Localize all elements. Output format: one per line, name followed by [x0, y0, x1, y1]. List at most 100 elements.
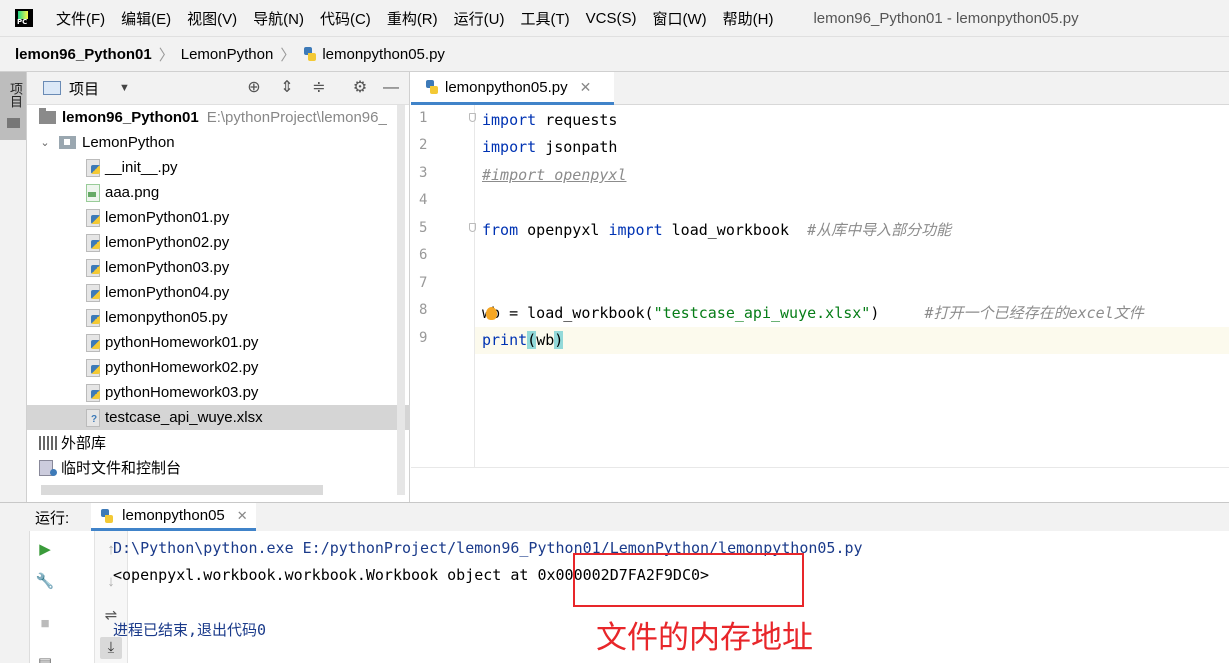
horizontal-scrollbar[interactable]	[41, 485, 323, 495]
line-number: 2	[419, 137, 428, 153]
code-token: )	[870, 304, 925, 322]
rerun-play-icon[interactable]: ▶	[34, 539, 56, 561]
run-tab-label: lemonpython05	[122, 507, 225, 524]
close-icon[interactable]: ✕	[580, 79, 592, 96]
editor: lemonpython05.py ✕ 1 2 3 4 5 6 7 8 9 imp…	[411, 72, 1229, 502]
tree-file-name: __init__.py	[105, 159, 178, 176]
breadcrumb-project[interactable]: lemon96_Python01	[15, 46, 152, 63]
lightbulb-icon[interactable]	[486, 307, 498, 320]
tree-file[interactable]: pythonHomework03.py	[27, 380, 410, 405]
tree-package[interactable]: ⌄ LemonPython	[27, 130, 410, 155]
code-line-8: wb = load_workbook("testcase_api_wuye.xl…	[482, 300, 1144, 327]
chevron-down-icon[interactable]: ▼	[119, 82, 130, 94]
tree-file[interactable]: pythonHomework01.py	[27, 330, 410, 355]
tree-file[interactable]: lemonPython02.py	[27, 230, 410, 255]
menu-file[interactable]: 文件(F)	[48, 8, 113, 29]
python-run-icon	[99, 508, 115, 524]
breadcrumb-file[interactable]: lemonpython05.py	[322, 46, 445, 63]
menu-view[interactable]: 视图(V)	[179, 8, 245, 29]
menu-navigate[interactable]: 导航(N)	[245, 8, 312, 29]
tree-file-name: testcase_api_wuye.xlsx	[105, 409, 263, 426]
project-panel-header: 项目 ▼ ⊕ ⇕ ≑ ⚙ —	[27, 72, 409, 105]
menu-refactor[interactable]: 重构(R)	[379, 8, 446, 29]
tree-scratches[interactable]: 临时文件和控制台	[27, 455, 410, 480]
tree-file-name: lemonPython04.py	[105, 284, 230, 301]
code-token: )	[554, 331, 564, 349]
tree-file[interactable]: lemonpython05.py	[27, 305, 410, 330]
code-line-1: import requests	[482, 107, 617, 134]
editor-tab-bar: lemonpython05.py ✕	[411, 72, 1229, 105]
tree-scratches-label: 临时文件和控制台	[61, 460, 182, 477]
code-area[interactable]: import requests import jsonpath #import …	[475, 105, 1229, 467]
editor-bottom-area	[411, 467, 1229, 502]
collapse-all-icon[interactable]: ≑	[309, 78, 329, 98]
run-tab[interactable]: lemonpython05 ✕	[91, 503, 256, 531]
run-toolbar-left	[0, 531, 30, 663]
breadcrumb-separator-icon: 〉	[158, 46, 174, 64]
menu-bar: PC 文件(F) 编辑(E) 视图(V) 导航(N) 代码(C) 重构(R) 运…	[0, 0, 1229, 36]
menu-tools[interactable]: 工具(T)	[512, 8, 577, 29]
menu-code[interactable]: 代码(C)	[312, 8, 379, 29]
annotation-label: 文件的内存地址	[596, 620, 813, 656]
unknown-file-icon	[85, 408, 101, 427]
python-file-icon	[85, 333, 101, 352]
breadcrumb-folder[interactable]: LemonPython	[181, 46, 274, 63]
code-token: from	[482, 221, 519, 239]
python-file-icon	[85, 233, 101, 252]
vertical-scrollbar[interactable]	[397, 105, 405, 495]
line-number: 7	[419, 275, 428, 291]
code-line-5: from openpyxl import load_workbook #从库中导…	[482, 217, 951, 244]
scratch-console-icon	[39, 459, 57, 476]
menu-run[interactable]: 运行(U)	[446, 8, 513, 29]
project-panel-title[interactable]: 项目	[69, 78, 99, 99]
tree-external-libraries-label: 外部库	[61, 435, 107, 452]
menu-vcs[interactable]: VCS(S)	[578, 10, 645, 27]
line-number: 6	[419, 247, 428, 263]
editor-tab-active[interactable]: lemonpython05.py ✕	[411, 72, 614, 105]
layout-icon[interactable]: ▤	[34, 653, 56, 663]
stop-icon[interactable]: ■	[34, 613, 56, 635]
line-number: 8	[419, 302, 428, 318]
breadcrumb: lemon96_Python01 〉 LemonPython 〉 lemonpy…	[0, 36, 1229, 72]
code-token: import	[482, 138, 537, 156]
menu-edit[interactable]: 编辑(E)	[113, 8, 179, 29]
locate-target-icon[interactable]: ⊕	[244, 78, 264, 98]
line-number: 9	[419, 330, 428, 346]
tree-file[interactable]: lemonPython01.py	[27, 205, 410, 230]
tree-file-selected[interactable]: testcase_api_wuye.xlsx	[27, 405, 410, 430]
tree-file[interactable]: __init__.py	[27, 155, 410, 180]
code-comment: #打开一个已经存在的excel文件	[924, 304, 1144, 322]
tree-file[interactable]: aaa.png	[27, 180, 410, 205]
tree-file-name: pythonHomework02.py	[105, 359, 259, 376]
python-file-icon	[85, 383, 101, 402]
expand-all-icon[interactable]: ⇕	[277, 78, 297, 98]
python-file-icon	[85, 158, 101, 177]
gear-icon[interactable]: ⚙	[350, 78, 370, 98]
python-file-icon	[85, 358, 101, 377]
code-token: print	[482, 331, 528, 349]
close-icon[interactable]: ✕	[237, 508, 248, 524]
python-file-icon	[302, 46, 318, 62]
editor-tab-label: lemonpython05.py	[445, 78, 568, 96]
tree-file[interactable]: pythonHomework02.py	[27, 355, 410, 380]
tree-file[interactable]: lemonPython04.py	[27, 280, 410, 305]
package-folder-icon	[59, 136, 76, 149]
chevron-down-icon[interactable]: ⌄	[39, 136, 51, 149]
tree-external-libraries[interactable]: 外部库	[27, 430, 410, 455]
tree-file[interactable]: lemonPython03.py	[27, 255, 410, 280]
run-panel-header: 运行: lemonpython05 ✕	[0, 503, 1229, 531]
tree-root[interactable]: lemon96_Python01 E:\pythonProject\lemon9…	[27, 105, 410, 130]
folder-icon	[7, 118, 20, 128]
project-panel: 项目 ▼ ⊕ ⇕ ≑ ⚙ — lemon96_Python01 E:\pytho…	[27, 72, 410, 502]
run-panel-label: 运行:	[35, 509, 70, 527]
menu-window[interactable]: 窗口(W)	[644, 8, 714, 29]
code-line-3: #import openpyxl	[482, 162, 627, 189]
project-tool-tab[interactable]: 项目	[0, 72, 26, 140]
console-line: 进程已结束,退出代码0	[113, 621, 267, 639]
tree-file-name: lemonpython05.py	[105, 309, 228, 326]
menu-help[interactable]: 帮助(H)	[715, 8, 782, 29]
breadcrumb-separator-icon: 〉	[280, 46, 296, 64]
minimize-icon[interactable]: —	[381, 78, 401, 98]
wrench-icon[interactable]: 🔧	[34, 571, 56, 593]
line-number: 1	[419, 110, 428, 126]
